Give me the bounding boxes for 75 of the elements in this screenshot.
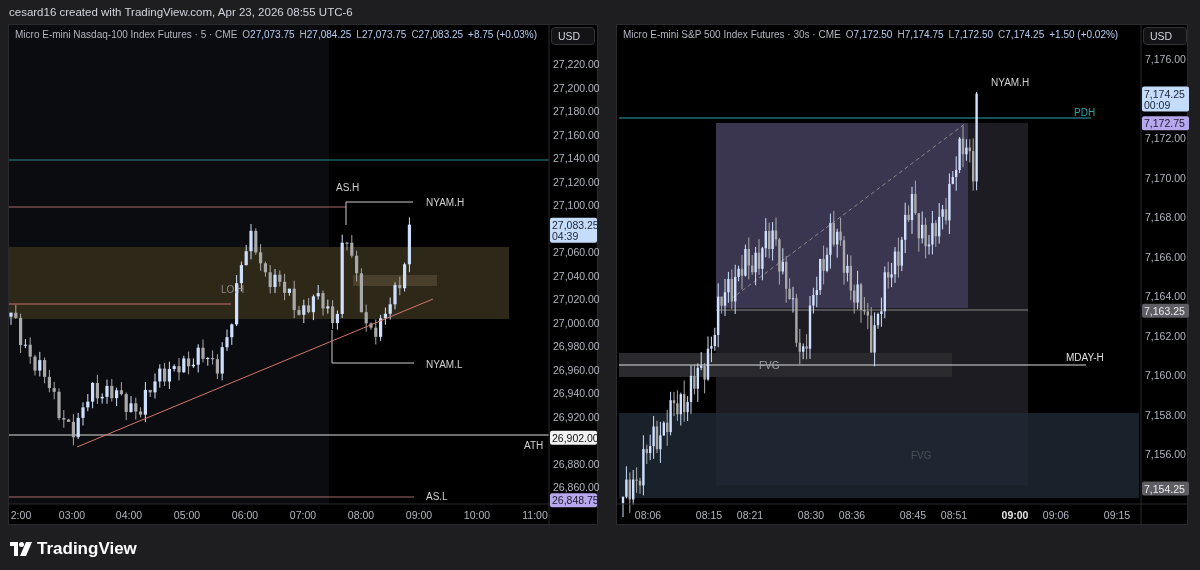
time-axis-label: 08:15 [695, 509, 723, 521]
currency-button[interactable]: USD [551, 27, 595, 45]
ohlc-value: L7,172.50 [948, 29, 994, 40]
time-axis-label: 08:51 [940, 509, 968, 521]
price-axis-label: 27,120.00 [553, 175, 599, 188]
ohlc-value: H27,084.25 [299, 29, 352, 40]
price-axis-label: 27,220.00 [553, 58, 599, 70]
price-axis-label: 7,170.00 [1145, 171, 1186, 184]
chart-label: AS.L [426, 491, 448, 502]
ohlc-value: C27,083.25 [411, 29, 464, 40]
price-axis-label: 27,040.00 [553, 269, 599, 282]
ohlc-value: O27,073.75 [242, 29, 295, 40]
price-axis-label: 26,940.00 [553, 387, 599, 399]
chart-label: NYAM.H [991, 77, 1030, 88]
header-text: cesard16 created with TradingView.com, Apr 23, 2026 08:55 UTC-6 [9, 6, 353, 18]
chart-label: MDAY-H [1066, 352, 1104, 363]
time-axis-label: 10:00 [463, 509, 491, 521]
time-axis-label: 09:15 [1103, 509, 1131, 521]
time-axis-label: 07:00 [289, 509, 317, 521]
time-axis-label: 08:06 [634, 509, 662, 521]
time-axis-label: 08:30 [797, 509, 825, 521]
chart-label: PDH [1074, 107, 1096, 118]
chart-label: AS.H [336, 182, 360, 193]
price-axis-label: 26,860.00 [553, 481, 599, 493]
price-axis-label: 27,100.00 [553, 199, 599, 211]
symbol-title: Micro E-mini S&P 500 Index Futures · 30s · CME [623, 29, 841, 40]
price-axis-label: 7,168.00 [1145, 211, 1186, 223]
symbol-title: Micro E-mini Nasdaq-100 Index Futures · 5 · CME [15, 29, 238, 40]
time-axis-label: 09:00 [1001, 509, 1029, 521]
time-axis-label: 05:00 [173, 509, 201, 521]
price-change: +1.50 (+0.02%) [1049, 29, 1119, 40]
price-tag: 7,174.25 00:09 [1142, 86, 1189, 112]
price-tag: 7,172.75 [1142, 116, 1189, 131]
ohlc-value: H7,174.75 [897, 29, 944, 40]
price-axis-label: 27,180.00 [553, 105, 599, 117]
price-axis-label: 26,960.00 [553, 363, 599, 376]
ohlc-value: O7,172.50 [845, 29, 893, 40]
price-tag: 7,154.25 [1142, 481, 1189, 496]
time-axis-label: 09:06 [1042, 509, 1070, 521]
price-axis-label: 27,060.00 [553, 246, 599, 258]
price-axis-label: 26,980.00 [553, 340, 599, 352]
chart-label: NYAM.L [426, 359, 463, 370]
ohlc-value: L27,073.75 [356, 29, 407, 40]
price-axis-label: 7,164.00 [1145, 290, 1186, 302]
time-axis-label: 11:00 [522, 509, 548, 521]
chart-label: ATH [524, 440, 544, 451]
time-axis-label: 06:00 [231, 509, 259, 521]
price-axis-label: 7,166.00 [1145, 250, 1186, 263]
price-axis-label: 27,160.00 [553, 128, 599, 141]
time-axis-label: 03:00 [58, 509, 86, 521]
price-axis-label: 27,140.00 [553, 152, 599, 164]
price-axis-label: 27,020.00 [553, 293, 599, 305]
time-axis-label: 04:00 [115, 509, 143, 521]
currency-button[interactable]: USD [1143, 27, 1187, 45]
time-axis-label: 08:36 [838, 509, 866, 521]
price-axis-label: 27,200.00 [553, 81, 599, 94]
price-axis-label: 27,000.00 [553, 316, 599, 329]
price-axis-label: 7,158.00 [1145, 408, 1186, 421]
price-axis-label: 7,172.00 [1145, 132, 1186, 144]
time-axis-label: 08:00 [347, 509, 375, 521]
ohlc-value: C7,174.25 [998, 29, 1045, 40]
price-tag: 7,163.25 [1142, 303, 1189, 318]
price-axis-label: 7,156.00 [1145, 448, 1186, 460]
time-axis-label: 08:45 [899, 509, 927, 521]
price-axis-label: 7,160.00 [1145, 369, 1186, 381]
price-axis-label: 26,920.00 [553, 410, 599, 423]
time-axis-label: 2:00 [10, 509, 32, 521]
brand-name: TradingView [37, 539, 137, 559]
time-axis-label: 09:00 [405, 509, 433, 521]
price-axis-label: 26,880.00 [553, 457, 599, 470]
time-axis-label: 08:21 [736, 509, 764, 521]
chart-label: NYAM.H [426, 197, 465, 208]
price-change: +8.75 (+0.03%) [468, 29, 538, 40]
price-axis-label: 7,162.00 [1145, 329, 1186, 342]
price-axis-label: 7,176.00 [1145, 53, 1186, 65]
